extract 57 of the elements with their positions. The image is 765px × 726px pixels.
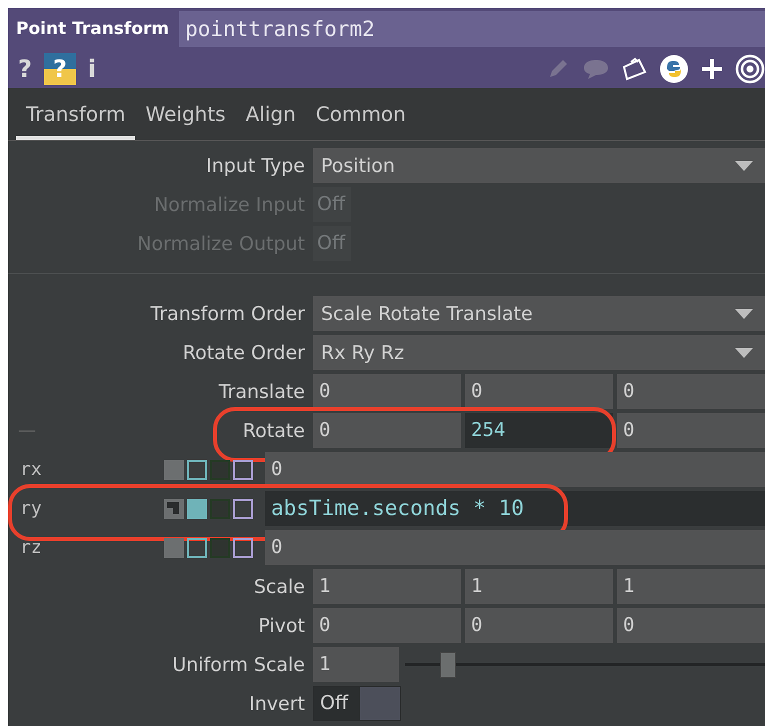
value-field[interactable]: 1 [313, 569, 461, 604]
parameter-label: Input Type [206, 154, 305, 176]
parameter-label: Invert [249, 692, 305, 714]
tab[interactable]: Common [306, 94, 416, 140]
dropdown-field[interactable]: Rx Ry Rz [313, 335, 765, 370]
toggle-button[interactable]: Off [313, 686, 401, 721]
parameter-label: Pivot [258, 614, 305, 636]
caret-icon[interactable] [735, 348, 753, 358]
parameter-label: Rotate Order [182, 342, 305, 364]
tab[interactable]: Transform [16, 94, 136, 140]
parameter-label: Transform Order [150, 302, 305, 324]
value-field[interactable]: 0 [313, 608, 461, 643]
expression-mode-button[interactable] [187, 460, 207, 480]
parameter-label: Scale [254, 576, 305, 598]
channel-label: rx [20, 459, 42, 480]
operator-type: Point Transform [16, 19, 170, 39]
expression-mode-button[interactable] [187, 538, 207, 558]
clipboard-icon[interactable] [621, 55, 649, 83]
value-field[interactable]: 0 [313, 413, 461, 448]
parameter-label: Translate [218, 380, 305, 402]
value-field[interactable]: 0 [465, 608, 613, 643]
expression-mode-button[interactable] [187, 498, 207, 518]
value-field[interactable]: 0 [617, 374, 765, 409]
caret-icon[interactable] [735, 160, 753, 170]
help-button[interactable]: ? [16, 55, 34, 83]
caret-icon[interactable] [735, 308, 753, 318]
target-icon[interactable] [735, 54, 765, 84]
logo-icon[interactable] [659, 54, 689, 84]
name-field[interactable]: pointtransform2 [179, 11, 765, 47]
value-field[interactable]: 1 [617, 569, 765, 604]
constant-mode-button[interactable] [164, 460, 184, 480]
dropdown-field[interactable]: Position [313, 148, 765, 183]
value-field[interactable]: 0 [617, 413, 765, 448]
value-field[interactable]: 1 [313, 647, 399, 682]
parameter-label: Rotate [242, 420, 305, 442]
plus-icon[interactable] [699, 56, 725, 82]
value-field[interactable]: 0 [265, 530, 765, 565]
value-field[interactable]: 254 [465, 413, 613, 448]
export-mode-button[interactable] [210, 538, 230, 558]
value-field[interactable]: 0 [465, 374, 613, 409]
bind-mode-button[interactable] [233, 460, 253, 480]
value-field[interactable]: absTime.seconds * 10 [265, 491, 765, 526]
value-field[interactable]: 0 [265, 452, 765, 487]
tab[interactable]: Weights [135, 94, 236, 140]
value-field[interactable]: 1 [465, 569, 613, 604]
bind-mode-button[interactable] [233, 498, 253, 518]
channel-label: rz [20, 537, 42, 558]
bind-mode-button[interactable] [233, 538, 253, 558]
value-field[interactable]: 0 [617, 608, 765, 643]
channel-label: ry [20, 498, 42, 519]
value-field[interactable]: 0 [313, 374, 461, 409]
tab[interactable]: Align [236, 94, 306, 140]
slider-handle[interactable] [440, 652, 456, 678]
help-button[interactable]: i [86, 55, 98, 83]
constant-mode-button[interactable] [164, 498, 184, 518]
dropdown-field[interactable]: Scale Rotate Translate [313, 296, 765, 331]
parameter-label: Uniform Scale [172, 654, 305, 676]
